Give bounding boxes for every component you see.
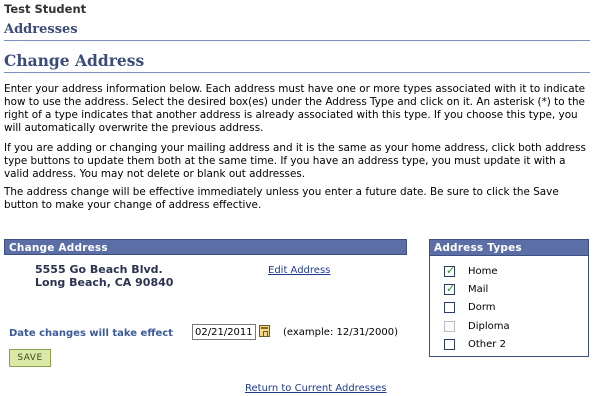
- address-type-label: Diploma: [468, 321, 510, 332]
- calendar-icon[interactable]: [259, 325, 270, 337]
- page-title-divider: [4, 72, 590, 73]
- date-example-hint: (example: 12/31/2000): [283, 327, 399, 338]
- section-title: Addresses: [4, 22, 78, 37]
- address-line-1: 5555 Go Beach Blvd.: [35, 263, 163, 276]
- effective-date-input[interactable]: [192, 324, 256, 340]
- return-to-current-addresses-link[interactable]: Return to Current Addresses: [245, 383, 387, 394]
- checkmark-icon: ✓: [446, 264, 456, 277]
- section-divider: [4, 40, 590, 41]
- address-type-label: Mail: [468, 284, 489, 295]
- address-types-header: Address Types: [430, 240, 588, 256]
- change-address-header: Change Address: [4, 239, 407, 255]
- address-type-label: Dorm: [468, 302, 496, 313]
- address-type-label: Home: [468, 266, 498, 277]
- diploma-checkbox: [444, 321, 455, 332]
- address-types-panel: Address Types ✓ Home ✓ Mail Dorm Diploma…: [429, 239, 589, 357]
- instructions-paragraph-2: If you are adding or changing your maili…: [4, 142, 586, 180]
- checkmark-icon: ✓: [446, 282, 456, 295]
- effective-date-label: Date changes will take effect: [9, 328, 173, 339]
- dorm-checkbox[interactable]: [444, 302, 455, 313]
- address-type-label: Other 2: [468, 339, 506, 350]
- student-name: Test Student: [4, 2, 87, 16]
- other-2-checkbox[interactable]: [444, 339, 455, 350]
- mail-checkbox[interactable]: ✓: [444, 282, 456, 295]
- address-line-2: Long Beach, CA 90840: [35, 276, 174, 289]
- instructions-paragraph-3: The address change will be effective imm…: [4, 186, 559, 211]
- page-title: Change Address: [4, 51, 145, 70]
- home-checkbox[interactable]: ✓: [444, 264, 456, 277]
- edit-address-link[interactable]: Edit Address: [268, 265, 330, 276]
- instructions-paragraph-1: Enter your address information below. Ea…: [4, 83, 586, 134]
- save-button[interactable]: SAVE: [9, 349, 51, 367]
